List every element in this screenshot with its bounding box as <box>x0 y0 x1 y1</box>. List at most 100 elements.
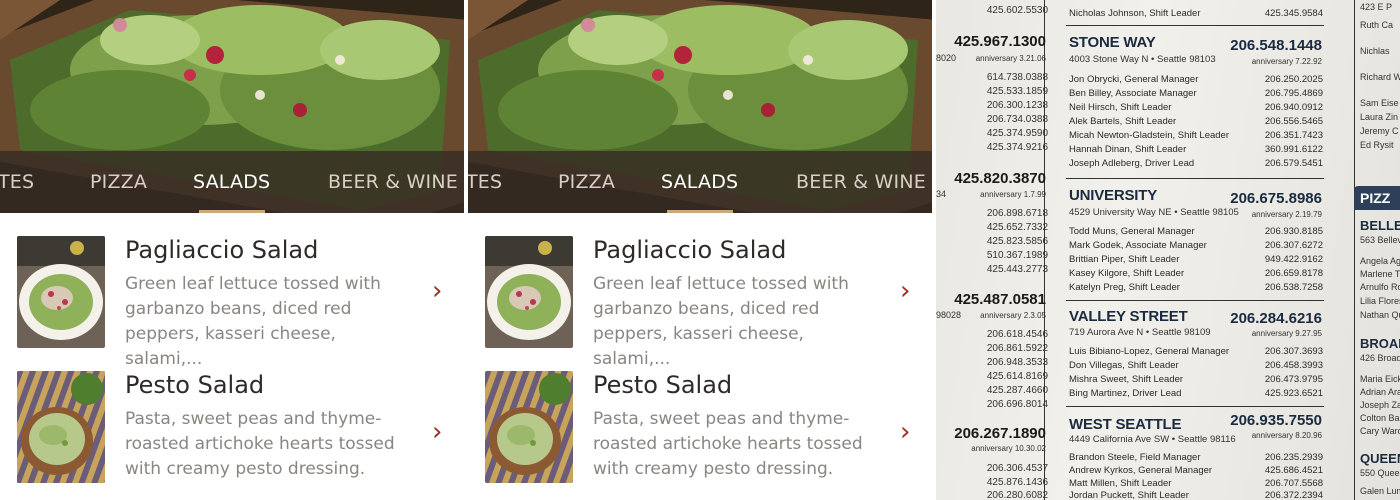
directory-fragment: Joseph Zach <box>1360 400 1400 410</box>
chevron-right-icon: › <box>900 417 911 447</box>
chevron-right-icon: › <box>432 276 443 306</box>
staff-name: Alek Bartels, Shift Leader <box>1069 116 1177 127</box>
menu-item-pesto-salad[interactable]: Pesto Salad Pasta, sweet peas and thyme-… <box>468 371 932 500</box>
phone-number: 425.614.8169 <box>986 371 1048 382</box>
directory-fragment: Cary Ward, S <box>1360 426 1400 436</box>
staff-phone: 425.686.4521 <box>1264 465 1323 476</box>
active-tab-indicator <box>667 210 733 213</box>
directory-fragment: Richard W <box>1360 72 1400 82</box>
tab-pizza[interactable]: PIZZA <box>90 171 147 193</box>
tab-pizza[interactable]: PIZZA <box>558 171 615 193</box>
staff-name: Hannah Dinan, Shift Leader <box>1069 144 1187 155</box>
phone-number: 425.374.9590 <box>986 128 1048 139</box>
tab-salads[interactable]: SALADS <box>661 171 738 193</box>
category-tab-bar: TES PIZZA SALADS BEER & WINE <box>0 151 464 213</box>
staff-phone: 206.307.3693 <box>1264 346 1323 357</box>
pagliaccio-salad-thumbnail <box>485 236 573 348</box>
staff-row: Don Villegas, Shift Leader 206.458.3993 <box>1069 360 1323 374</box>
zip-fragment: 98028 <box>936 310 962 320</box>
menu-item-pagliaccio-salad[interactable]: Pagliaccio Salad Green leaf lettuce toss… <box>0 236 464 369</box>
directory-middle-column: Nicholas Johnson, Shift Leader 425.345.9… <box>1058 0 1330 500</box>
staff-row: Neil Hirsch, Shift Leader 206.940.0912 <box>1069 102 1323 116</box>
staff-phone: 206.556.5465 <box>1264 116 1323 127</box>
staff-name: Don Villegas, Shift Leader <box>1069 360 1179 371</box>
location-phone: 206.284.6216 <box>1230 310 1322 327</box>
phone-number: 206.861.5922 <box>986 343 1048 354</box>
staff-row: Alek Bartels, Shift Leader 206.556.5465 <box>1069 116 1323 130</box>
salad-hero-image: TES PIZZA SALADS BEER & WINE <box>0 0 464 213</box>
staff-phone: 206.538.7258 <box>1264 282 1323 293</box>
staff-name: Mishra Sweet, Shift Leader <box>1069 374 1184 385</box>
location-name: UNIVERSITY <box>1069 187 1158 204</box>
item-title: Pesto Salad <box>593 371 733 399</box>
staff-row: Mishra Sweet, Shift Leader 206.473.9795 <box>1069 374 1323 388</box>
tab-salads[interactable]: SALADS <box>193 171 270 193</box>
tab-sandwiches-partial[interactable]: TES <box>0 171 34 193</box>
anniversary-date: anniversary 2.19.79 <box>1251 210 1322 219</box>
salad-hero-image: TES PIZZA SALADS BEER & WINE <box>468 0 932 213</box>
staff-name: Nicholas Johnson, Shift Leader <box>1069 8 1201 19</box>
directory-fragment: Nichlas <box>1360 46 1390 56</box>
directory-fragment: Ruth Ca <box>1360 20 1394 30</box>
anniversary-date: anniversary 1.7.99 <box>980 190 1046 199</box>
phone-number: 206.734.0388 <box>986 114 1048 125</box>
directory-fragment: Lilia Flores <box>1360 296 1400 306</box>
directory-left-column: 425.602.5530 425.967.1300 8020 anniversa… <box>936 0 1048 500</box>
phone-number: 425.443.2773 <box>986 264 1048 275</box>
location-phone: 206.675.8986 <box>1230 190 1322 207</box>
staff-name: Luis Bibiano-Lopez, General Manager <box>1069 346 1230 357</box>
staff-name: Kasey Kilgore, Shift Leader <box>1069 268 1185 279</box>
staff-row: Joseph Adleberg, Driver Lead 206.579.5451 <box>1069 158 1323 172</box>
location-address: 4529 University Way NE • Seattle 98105 <box>1069 207 1239 218</box>
anniversary-date: anniversary 2.3.05 <box>980 311 1046 320</box>
staff-row: Jon Obrycki, General Manager 206.250.2025 <box>1069 74 1323 88</box>
phone-number: 425.823.5856 <box>986 236 1048 247</box>
phone-number: 614.738.0388 <box>986 72 1048 83</box>
staff-phone: 949.422.9162 <box>1264 254 1323 265</box>
staff-phone: 425.345.9584 <box>1264 8 1323 19</box>
staff-phone: 206.795.4869 <box>1264 88 1323 99</box>
staff-row: Brandon Steele, Field Manager 206.235.293… <box>1069 452 1323 466</box>
staff-row: Nicholas Johnson, Shift Leader 425.345.9… <box>1069 8 1323 22</box>
directory-fragment: Maria Eicke <box>1360 374 1400 384</box>
staff-name: Neil Hirsch, Shift Leader <box>1069 102 1172 113</box>
location-phone: 206.548.1448 <box>1230 37 1322 54</box>
staff-name: Mark Godek, Associate Manager <box>1069 240 1207 251</box>
staff-phone: 425.923.6521 <box>1264 388 1323 399</box>
anniversary-date: anniversary 3.21.06 <box>975 54 1046 63</box>
tab-sandwiches-partial[interactable]: TES <box>468 171 502 193</box>
tab-beer-wine[interactable]: BEER & WINE <box>328 171 458 193</box>
zip-fragment: 34 <box>936 189 947 199</box>
staff-row: Jordan Puckett, Shift Leader 206.372.2394 <box>1069 490 1323 500</box>
staff-phone: 206.235.2939 <box>1264 452 1323 463</box>
anniversary-date: anniversary 7.22.92 <box>1251 57 1322 66</box>
phone-number: 425.876.1436 <box>986 477 1048 488</box>
screenshot-collage: TES PIZZA SALADS BEER & WINE Pagliaccio … <box>0 0 1400 500</box>
directory-fragment: Colton Bakk <box>1360 413 1400 423</box>
phone-number: 206.696.8014 <box>986 399 1048 410</box>
phone-number: 425.287.4660 <box>986 385 1048 396</box>
phone-number: 425.652.7332 <box>986 222 1048 233</box>
menu-item-pagliaccio-salad[interactable]: Pagliaccio Salad Green leaf lettuce toss… <box>468 236 932 369</box>
item-description: Green leaf lettuce tossed with garbanzo … <box>125 274 381 369</box>
staff-phone: 206.707.5568 <box>1264 478 1323 489</box>
anniversary-date: anniversary 9.27.95 <box>1251 329 1322 338</box>
printed-directory-photo: 425.602.5530 425.967.1300 8020 anniversa… <box>936 0 1400 500</box>
location-name: QUEEN AN <box>1360 451 1400 466</box>
location-name: WEST SEATTLE <box>1069 416 1182 433</box>
item-description: Pasta, sweet peas and thyme-roasted arti… <box>593 409 863 479</box>
staff-row: Mark Godek, Associate Manager 206.307.627… <box>1069 240 1323 254</box>
phone-number: 425.602.5530 <box>986 5 1048 16</box>
staff-phone: 206.930.8185 <box>1264 226 1323 237</box>
phone-number: 425.374.9216 <box>986 142 1048 153</box>
directory-fragment: Sam Eise <box>1360 98 1399 108</box>
phone-number: 206.898.6718 <box>986 208 1048 219</box>
directory-fragment: Galen Lumle <box>1360 486 1400 496</box>
anniversary-date: anniversary 10.30.02 <box>971 444 1046 453</box>
tab-beer-wine[interactable]: BEER & WINE <box>796 171 926 193</box>
menu-item-pesto-salad[interactable]: Pesto Salad Pasta, sweet peas and thyme-… <box>0 371 464 500</box>
staff-phone: 206.940.0912 <box>1264 102 1323 113</box>
location-phone: 425.967.1300 <box>954 33 1046 50</box>
staff-phone: 206.458.3993 <box>1264 360 1323 371</box>
staff-row: Todd Muns, General Manager 206.930.8185 <box>1069 226 1323 240</box>
